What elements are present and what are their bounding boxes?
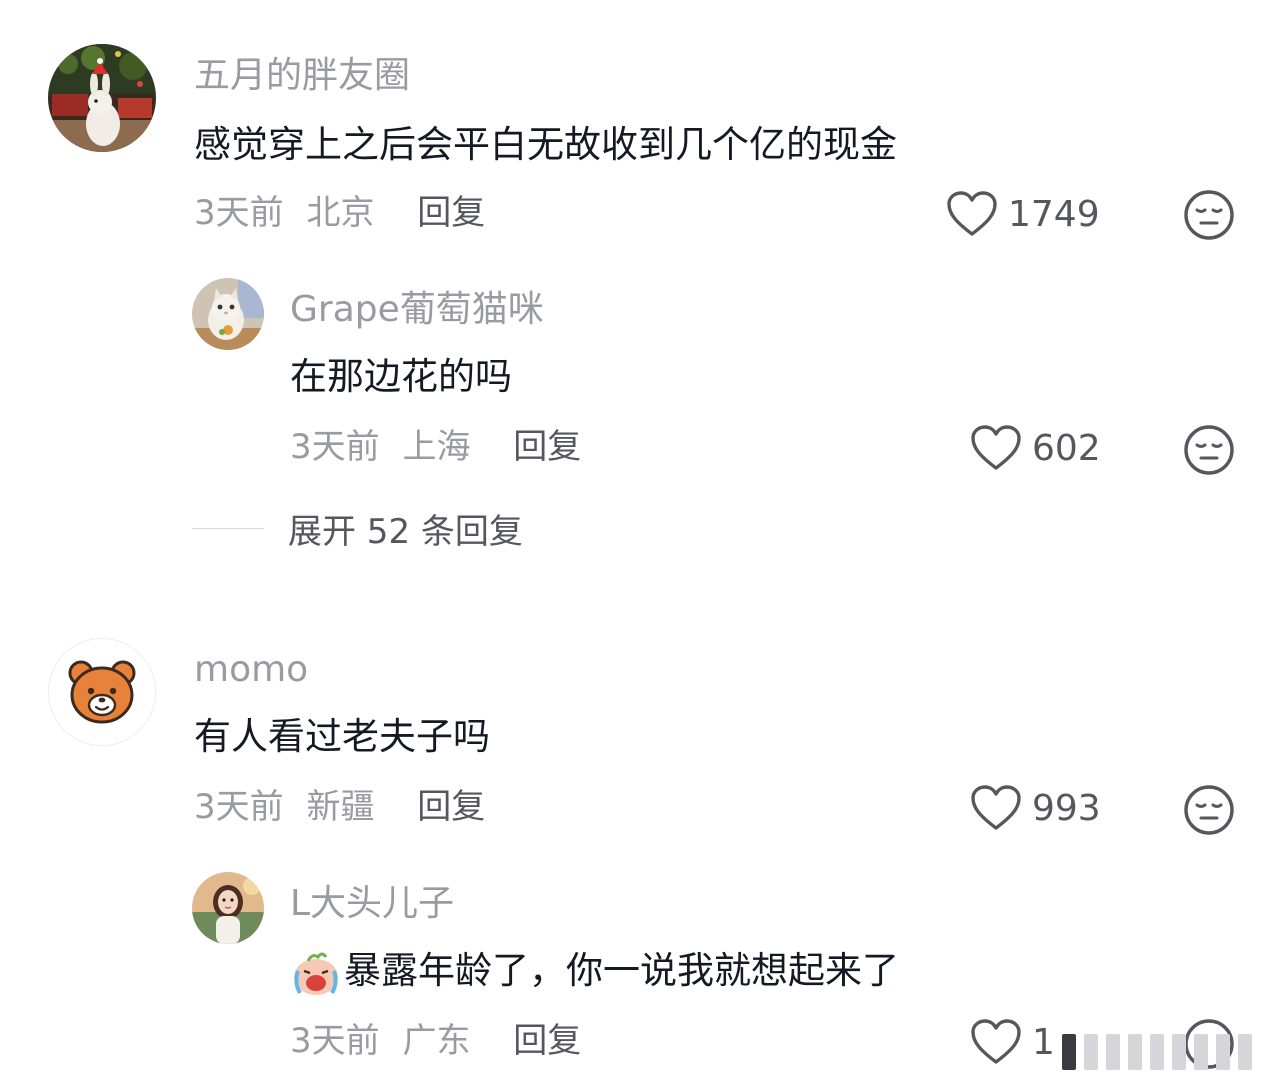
bear-avatar-image bbox=[49, 639, 155, 745]
neutral-face-icon bbox=[1184, 785, 1234, 835]
avatar[interactable] bbox=[192, 872, 264, 944]
avatar[interactable] bbox=[192, 278, 264, 350]
like-count: 1 bbox=[1032, 1021, 1055, 1063]
crying-face-emoji-icon bbox=[294, 952, 338, 995]
reply-button[interactable]: 回复 bbox=[513, 427, 581, 467]
avatar[interactable] bbox=[48, 638, 156, 746]
like-button[interactable]: 1749 bbox=[946, 188, 1100, 240]
comment-time: 3天前 bbox=[290, 427, 380, 467]
comment-time: 3天前 bbox=[194, 193, 284, 233]
avatar[interactable] bbox=[48, 44, 156, 152]
dislike-button[interactable] bbox=[1183, 784, 1235, 836]
comment-location: 广东 bbox=[402, 1021, 471, 1061]
heart-outline-icon bbox=[971, 425, 1021, 470]
comment-location: 上海 bbox=[402, 427, 471, 467]
comment-username[interactable]: L大头儿子 bbox=[290, 882, 454, 926]
comment-text: 感觉穿上之后会平白无故收到几个亿的现金 bbox=[194, 123, 897, 166]
divider-line bbox=[192, 527, 264, 529]
neutral-face-icon bbox=[1184, 425, 1234, 475]
reply-button[interactable]: 回复 bbox=[513, 1021, 581, 1061]
heart-outline-icon bbox=[971, 785, 1021, 830]
comment-username[interactable]: 五月的胖友圈 bbox=[194, 54, 410, 98]
reply-button[interactable]: 回复 bbox=[417, 193, 485, 233]
comment-username[interactable]: Grape葡萄猫咪 bbox=[290, 288, 544, 332]
like-button[interactable]: 602 bbox=[970, 422, 1101, 474]
neutral-face-icon bbox=[1184, 190, 1234, 240]
comment-time: 3天前 bbox=[194, 787, 284, 827]
comment-username[interactable]: momo bbox=[194, 648, 308, 692]
comment-text: 在那边花的吗 bbox=[290, 355, 512, 398]
heart-outline-icon bbox=[971, 1019, 1021, 1064]
like-count: 993 bbox=[1032, 787, 1101, 829]
reply-button[interactable]: 回复 bbox=[417, 787, 485, 827]
comment-text-content: 暴露年龄了，你一说我就想起来了 bbox=[344, 949, 899, 992]
dislike-button[interactable] bbox=[1183, 424, 1235, 476]
comment-text: 暴露年龄了，你一说我就想起来了 bbox=[290, 948, 899, 997]
comment-text: 有人看过老夫子吗 bbox=[194, 715, 490, 758]
comment-meta: 3天前 北京 回复 bbox=[194, 192, 485, 234]
dislike-button[interactable] bbox=[1183, 189, 1235, 241]
watermark-logo bbox=[1062, 1026, 1268, 1078]
like-count: 602 bbox=[1032, 427, 1101, 469]
expand-replies-button[interactable]: 展开 52 条回复 bbox=[192, 506, 523, 552]
comment-meta: 3天前 新疆 回复 bbox=[194, 786, 485, 828]
comment-location: 北京 bbox=[306, 193, 375, 233]
rabbit-avatar-image bbox=[48, 44, 156, 152]
comment-time: 3天前 bbox=[290, 1021, 380, 1061]
comment-meta: 3天前 广东 回复 bbox=[290, 1020, 581, 1062]
like-button[interactable]: 993 bbox=[970, 782, 1101, 834]
like-button[interactable]: 1 bbox=[970, 1016, 1055, 1068]
girl-avatar-image bbox=[192, 872, 264, 944]
heart-outline-icon bbox=[947, 191, 997, 236]
expand-replies-label: 展开 52 条回复 bbox=[288, 511, 523, 552]
like-count: 1749 bbox=[1008, 193, 1100, 235]
comment-meta: 3天前 上海 回复 bbox=[290, 426, 581, 468]
cat-avatar-image bbox=[192, 278, 264, 350]
comment-location: 新疆 bbox=[306, 787, 375, 827]
